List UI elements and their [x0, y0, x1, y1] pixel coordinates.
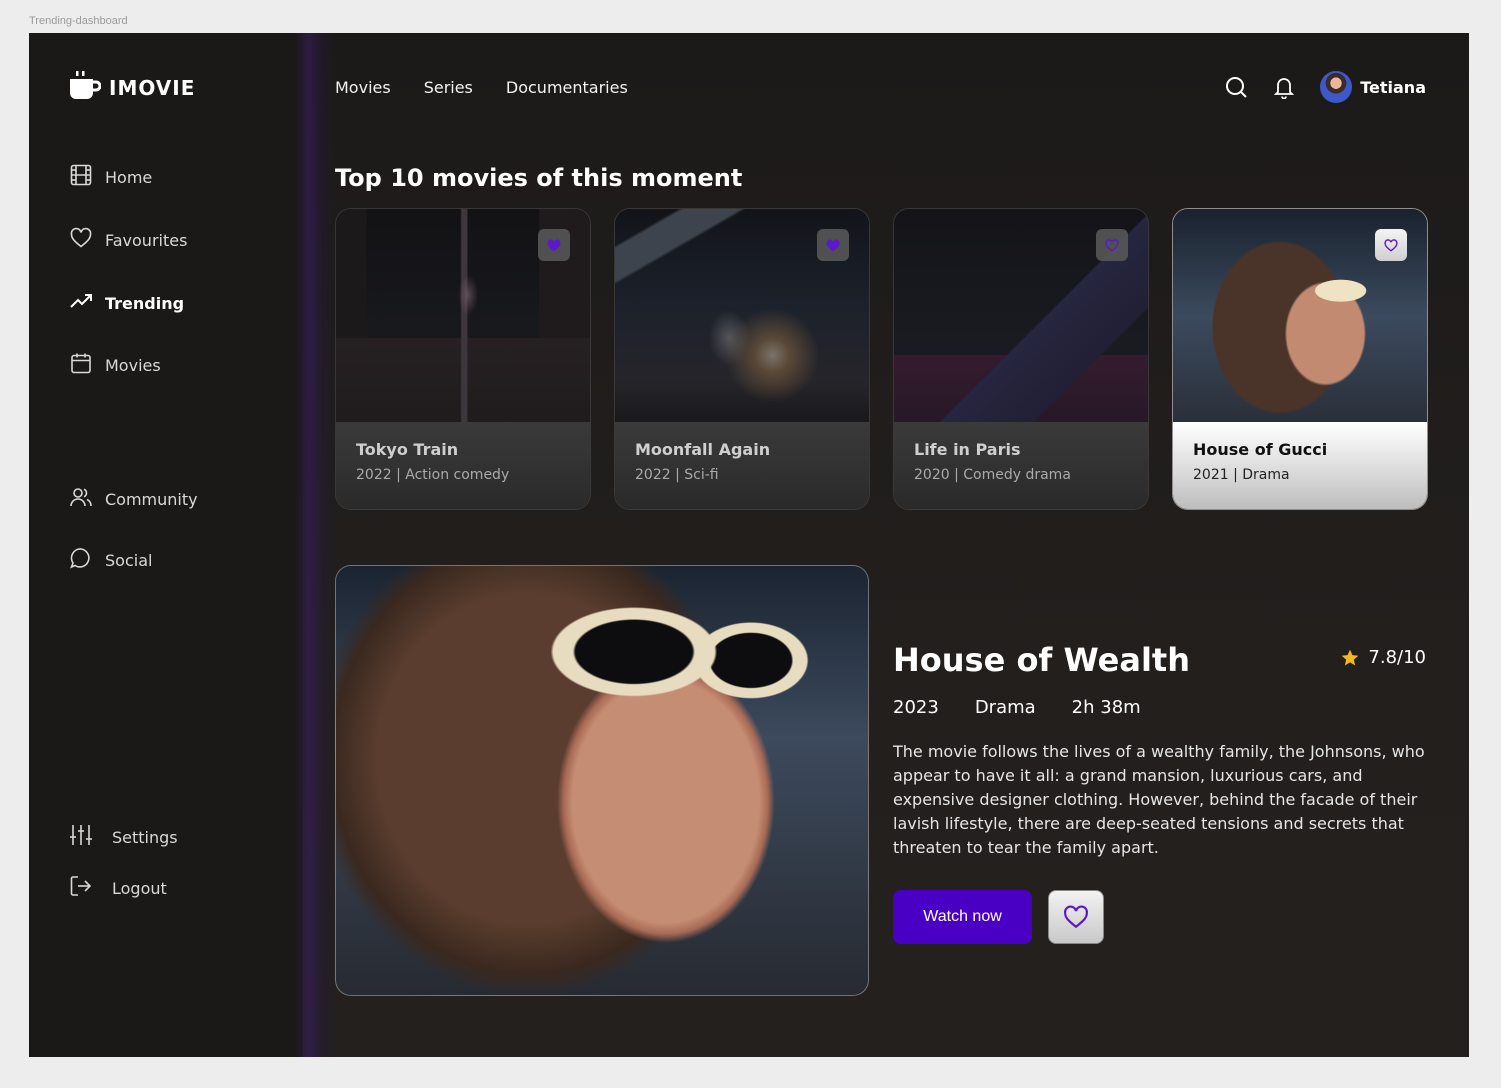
add-favourite-button[interactable]: [1048, 890, 1104, 944]
movie-card[interactable]: Tokyo Train 2022 | Action comedy: [335, 208, 591, 510]
search-icon[interactable]: [1224, 75, 1248, 99]
featured-actions: Watch now: [893, 890, 1426, 944]
avatar[interactable]: [1320, 71, 1353, 103]
sidebar-item-settings[interactable]: Settings: [69, 823, 178, 851]
card-title: Tokyo Train: [356, 440, 459, 459]
heart-filled-icon: [547, 238, 561, 251]
social-nav: Community Social: [69, 485, 198, 574]
card-title: House of Gucci: [1193, 440, 1328, 459]
heart-outline-icon: [1384, 238, 1398, 252]
featured-duration: 2h 38m: [1071, 697, 1141, 718]
sliders-icon: [69, 823, 93, 851]
brand-logo[interactable]: IMOVIE: [69, 71, 195, 105]
section-title: Top 10 movies of this moment: [335, 164, 743, 192]
heart-outline-icon: [1105, 238, 1119, 252]
sidebar-item-favourites[interactable]: Favourites: [69, 226, 187, 254]
sidebar-item-label: Trending: [105, 293, 185, 313]
sidebar-item-logout[interactable]: Logout: [69, 874, 178, 902]
topnav-series[interactable]: Series: [424, 78, 473, 97]
sidebar-item-home[interactable]: Home: [69, 163, 187, 191]
calendar-icon: [69, 351, 93, 379]
app-window: IMOVIE Home Favourites Trending Movies C…: [29, 33, 1469, 1057]
featured-meta: 2023 Drama 2h 38m: [893, 697, 1426, 718]
movie-card[interactable]: Life in Paris 2020 | Comedy drama: [893, 208, 1149, 510]
top-nav: Movies Series Documentaries: [335, 78, 628, 97]
heart-filled-icon: [826, 238, 840, 251]
card-title: Moonfall Again: [635, 440, 771, 459]
users-icon: [69, 485, 93, 513]
sidebar-item-label: Social: [105, 550, 153, 570]
featured-details: House of Wealth 7.8/10 2023 Drama 2h 38m…: [893, 641, 1426, 944]
card-meta: 2020 | Comedy drama: [914, 467, 1071, 483]
sidebar-item-label: Movies: [105, 355, 161, 375]
trending-icon: [69, 289, 93, 317]
topnav-movies[interactable]: Movies: [335, 78, 391, 97]
sidebar: IMOVIE Home Favourites Trending Movies C…: [29, 33, 303, 1057]
card-title: Life in Paris: [914, 440, 1021, 459]
featured-genre: Drama: [974, 697, 1036, 718]
featured-poster: [335, 565, 869, 996]
card-meta: 2022 | Sci-fi: [635, 467, 719, 483]
top-right-controls: Tetiana: [1224, 71, 1426, 103]
card-info: Moonfall Again 2022 | Sci-fi: [615, 422, 869, 509]
favourite-button[interactable]: [538, 229, 570, 261]
card-meta: 2022 | Action comedy: [356, 467, 510, 483]
frame-label: Trending-dashboard: [29, 15, 128, 27]
sidebar-item-label: Settings: [112, 827, 178, 847]
main-nav: Home Favourites Trending Movies: [69, 163, 187, 379]
rating: 7.8/10: [1340, 647, 1426, 668]
film-icon: [69, 163, 93, 191]
sidebar-item-social[interactable]: Social: [69, 546, 198, 574]
favourite-button[interactable]: [817, 229, 849, 261]
bottom-nav: Settings Logout: [69, 823, 178, 902]
featured-description: The movie follows the lives of a wealthy…: [893, 742, 1425, 857]
sidebar-item-label: Community: [105, 489, 198, 509]
movie-card-selected[interactable]: House of Gucci 2021 | Drama: [1172, 208, 1428, 510]
brand-name: IMOVIE: [109, 76, 196, 100]
topnav-documentaries[interactable]: Documentaries: [506, 78, 628, 97]
favourite-button[interactable]: [1375, 229, 1407, 261]
logout-icon: [69, 874, 93, 902]
card-info: Tokyo Train 2022 | Action comedy: [336, 422, 590, 509]
chat-icon: [69, 546, 93, 574]
sidebar-item-label: Logout: [112, 878, 167, 898]
watch-now-button[interactable]: Watch now: [893, 890, 1032, 944]
user-name[interactable]: Tetiana: [1360, 78, 1426, 97]
featured-year: 2023: [893, 697, 939, 718]
card-info: House of Gucci 2021 | Drama: [1173, 422, 1427, 509]
heart-icon: [69, 226, 93, 254]
card-info: Life in Paris 2020 | Comedy drama: [894, 422, 1148, 509]
card-meta: 2021 | Drama: [1193, 467, 1290, 483]
sidebar-item-label: Home: [105, 167, 153, 187]
sidebar-item-label: Favourites: [105, 230, 188, 250]
sidebar-edge-glow: [295, 33, 335, 1057]
sidebar-item-movies[interactable]: Movies: [69, 351, 187, 379]
sidebar-item-trending[interactable]: Trending: [69, 289, 187, 317]
heart-outline-icon: [1064, 905, 1088, 929]
favourite-button[interactable]: [1096, 229, 1128, 261]
cup-icon: [69, 71, 102, 105]
movie-card[interactable]: Moonfall Again 2022 | Sci-fi: [614, 208, 870, 510]
sidebar-item-community[interactable]: Community: [69, 485, 198, 513]
rating-value: 7.8/10: [1368, 647, 1426, 668]
bell-icon[interactable]: [1272, 75, 1296, 99]
star-icon: [1342, 649, 1359, 665]
